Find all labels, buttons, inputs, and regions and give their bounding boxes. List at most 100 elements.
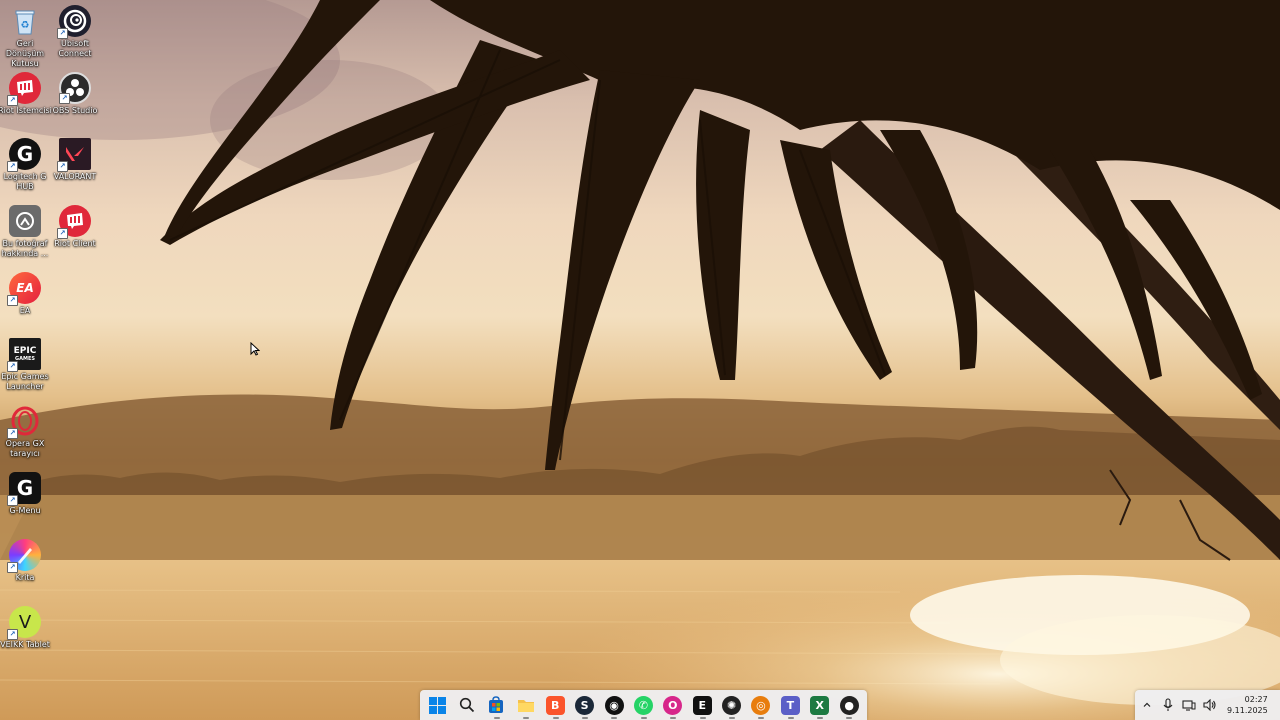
desktop-icon-riot-client[interactable]: ↗ Riot Client [50, 205, 100, 249]
taskbar-whatsapp-button[interactable]: ✆ [629, 690, 658, 720]
taskbar-opera-gx-button[interactable]: O [658, 690, 687, 720]
desktop-icon-label: Geri Dönüşüm Kutusu [5, 39, 45, 68]
desktop-icon-obs-studio[interactable]: ↗ OBS Studio [50, 72, 100, 116]
shortcut-arrow-icon: ↗ [57, 228, 68, 239]
shortcut-arrow-icon: ↗ [7, 428, 18, 439]
ea-icon: EA ↗ [7, 272, 41, 306]
running-indicator [581, 717, 588, 719]
microphone-icon[interactable] [1159, 696, 1177, 714]
desktop-icon-g-menu[interactable]: G ↗ G-Menu [0, 472, 50, 516]
obs-icon: ● [839, 695, 859, 715]
clock-date: 9.11.2025 [1227, 706, 1268, 715]
blender-icon: ◎ [751, 695, 771, 715]
taskbar-teams-button[interactable]: T [776, 690, 805, 720]
whatsapp-icon: ✆ [633, 695, 653, 715]
desktop-icon-label: Logitech G HUB [3, 172, 47, 191]
desktop-icon-label: Opera GX tarayıcı [5, 439, 45, 458]
windows-start-icon [428, 696, 447, 715]
obs-icon: ↗ [59, 72, 91, 104]
running-indicator [728, 717, 735, 719]
taskbar-brave-button[interactable]: B [541, 690, 570, 720]
running-indicator [699, 717, 706, 719]
desktop-icon-riot-istemcisi[interactable]: ↗ Riot İstemcisi [0, 72, 52, 116]
desktop-icon-opera-gx[interactable]: ↗ Opera GX tarayıcı [0, 405, 50, 459]
riot-client-icon: ↗ [57, 205, 91, 239]
taskbar-messenger-button[interactable]: ◉ [599, 690, 628, 720]
chat-icon: ◉ [604, 695, 624, 715]
shortcut-arrow-icon: ↗ [7, 629, 18, 640]
taskbar-chatgpt-button[interactable]: ✺ [717, 690, 746, 720]
brave-icon: B [545, 695, 565, 715]
excel-icon: X [810, 695, 830, 715]
system-tray: 02:27 9.11.2025 [1135, 690, 1280, 720]
svg-text:♻: ♻ [21, 20, 30, 31]
running-indicator [611, 717, 618, 719]
desktop-icon-label: G-Menu [9, 506, 41, 515]
taskbar-steam-button[interactable]: S [570, 690, 599, 720]
shortcut-arrow-icon: ↗ [7, 495, 18, 506]
taskbar-excel-button[interactable]: X [805, 690, 834, 720]
shortcut-arrow-icon: ↗ [7, 361, 18, 372]
desktop-icon-ea[interactable]: EA ↗ EA [0, 272, 50, 316]
desktop-icon-label: OBS Studio [52, 106, 98, 115]
krita-icon: ↗ [7, 539, 41, 573]
epic-games-icon: EPIC GAMES ↗ [7, 338, 41, 372]
running-indicator [846, 717, 853, 719]
shortcut-arrow-icon: ↗ [7, 95, 18, 106]
desktop-icon-label: VEIKK Tablet [0, 640, 50, 649]
microsoft-store-icon [487, 696, 506, 715]
taskbar-file-explorer-button[interactable] [511, 690, 540, 720]
taskbar-clock[interactable]: 02:27 9.11.2025 [1227, 694, 1268, 716]
network-icon[interactable] [1180, 696, 1198, 714]
shortcut-arrow-icon: ↗ [7, 161, 18, 172]
chatgpt-icon: ✺ [722, 695, 742, 715]
ubisoft-icon: ↗ [57, 5, 91, 39]
mouse-cursor-icon [250, 341, 261, 360]
show-hidden-icons-chevron-icon[interactable] [1138, 696, 1156, 714]
desktop-icon-label: Krita [15, 573, 35, 582]
desktop-icon-logitech-g-hub[interactable]: G ↗ Logitech G HUB [0, 138, 50, 192]
volume-icon[interactable] [1201, 696, 1219, 714]
taskbar-start-button[interactable] [423, 690, 452, 720]
desktop-icon-recycle-bin[interactable]: ♻ Geri Dönüşüm Kutusu [0, 5, 50, 69]
beach-palm-scene [0, 0, 1280, 720]
desktop-icon-about-photo[interactable]: Bu fotoğraf hakkında ... [0, 205, 50, 259]
desktop-wallpaper [0, 0, 1280, 720]
desktop-icon-veikk-tablet[interactable]: V ↗ VEIKK Tablet [0, 606, 50, 650]
taskbar-pinned-apps: B S ◉ ✆ O E ✺ ◎ T X ● [420, 690, 867, 720]
g-menu-icon: G ↗ [7, 472, 41, 506]
opera-gx-icon: ↗ [7, 405, 41, 439]
veikk-icon: V ↗ [7, 606, 41, 640]
clock-time: 02:27 [1244, 695, 1268, 704]
shortcut-arrow-icon: ↗ [57, 28, 68, 39]
shortcut-arrow-icon: ↗ [7, 562, 18, 573]
running-indicator [787, 717, 794, 719]
desktop-icon-label: Epic Games Launcher [1, 372, 49, 391]
running-indicator [640, 717, 647, 719]
desktop-icon-label: Riot Client [54, 239, 96, 248]
desktop-icon-ubisoft-connect[interactable]: ↗ Ubisoft Connect [50, 5, 100, 59]
search-icon [458, 696, 477, 715]
taskbar-obs-button[interactable]: ● [834, 690, 863, 720]
taskbar-blender-button[interactable]: ◎ [746, 690, 775, 720]
running-indicator [523, 717, 530, 719]
taskbar-epic-games-button[interactable]: E [688, 690, 717, 720]
steam-icon: S [575, 695, 595, 715]
epic-games-icon: E [692, 695, 712, 715]
desktop-icon-label: VALORANT [53, 172, 97, 181]
desktop-icon-epic-games[interactable]: EPIC GAMES ↗ Epic Games Launcher [0, 338, 50, 392]
about-photo-icon [9, 205, 41, 237]
shortcut-arrow-icon: ↗ [57, 161, 68, 172]
running-indicator [758, 717, 765, 719]
valorant-icon: ↗ [57, 138, 91, 172]
running-indicator [493, 717, 500, 719]
taskbar-store-button[interactable] [482, 690, 511, 720]
logitech-icon: G ↗ [7, 138, 41, 172]
desktop-icon-label: Bu fotoğraf hakkında ... [1, 239, 49, 258]
desktop-icon-valorant[interactable]: ↗ VALORANT [50, 138, 100, 182]
riot-client-icon: ↗ [7, 72, 41, 106]
desktop-icon-krita[interactable]: ↗ Krita [0, 539, 50, 583]
taskbar-search-button[interactable] [452, 690, 481, 720]
running-indicator [552, 717, 559, 719]
opera-gx-icon: O [663, 695, 683, 715]
